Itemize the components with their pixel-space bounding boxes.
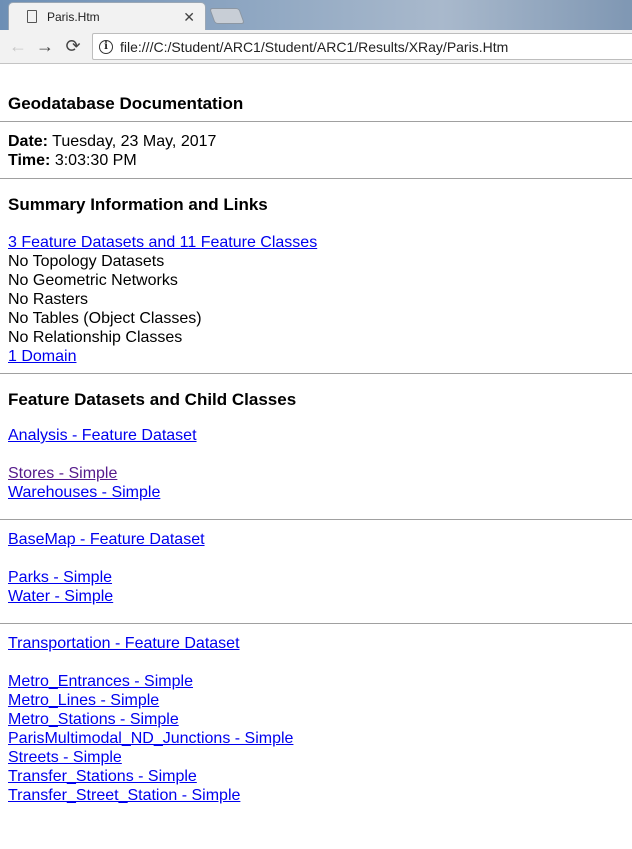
datasets-list: Analysis - Feature Dataset Stores - Simpl… xyxy=(0,426,632,805)
summary-item: No Rasters xyxy=(8,291,89,308)
date-label: Date: xyxy=(8,133,49,150)
feature-class-link[interactable]: Warehouses - Simple xyxy=(8,483,160,502)
feature-class-link[interactable]: Stores - Simple xyxy=(8,464,117,483)
feature-class-link[interactable]: Metro_Stations - Simple xyxy=(8,710,179,729)
address-bar[interactable]: i file:///C:/Student/ARC1/Student/ARC1/R… xyxy=(92,33,632,60)
summary-item: No Tables (Object Classes) xyxy=(8,310,202,327)
feature-class-link[interactable]: Parks - Simple xyxy=(8,568,112,587)
summary-heading: Summary Information and Links xyxy=(8,195,268,214)
reload-icon[interactable]: ⟳ xyxy=(63,36,83,57)
time-value: 3:03:30 PM xyxy=(50,152,137,169)
tab-title: Paris.Htm xyxy=(47,9,100,24)
summary-link[interactable]: 3 Feature Datasets and 11 Feature Classe… xyxy=(8,233,317,252)
dataset-link[interactable]: Transportation - Feature Dataset xyxy=(8,634,240,653)
feature-class-link[interactable]: Metro_Lines - Simple xyxy=(8,691,159,710)
datasets-heading: Feature Datasets and Child Classes xyxy=(8,390,297,409)
feature-class-link[interactable]: Metro_Entrances - Simple xyxy=(8,672,193,691)
feature-class-link[interactable]: Transfer_Street_Station - Simple xyxy=(8,786,240,805)
dataset-link[interactable]: BaseMap - Feature Dataset xyxy=(8,530,205,549)
dataset-section: Transportation - Feature Dataset Metro_En… xyxy=(0,623,632,805)
document-icon xyxy=(27,10,37,23)
close-tab-icon[interactable]: ✕ xyxy=(183,9,195,26)
new-tab-button[interactable] xyxy=(209,8,245,24)
url-text: file:///C:/Student/ARC1/Student/ARC1/Res… xyxy=(120,38,509,55)
dataset-section: BaseMap - Feature Dataset Parks - Simple W… xyxy=(0,519,632,623)
feature-class-link[interactable]: Streets - Simple xyxy=(8,748,122,767)
page-title: Geodatabase Documentation xyxy=(8,94,244,113)
browser-toolbar: ← → ⟳ i file:///C:/Student/ARC1/Student/… xyxy=(0,30,632,64)
feature-class-link[interactable]: ParisMultimodal_ND_Junctions - Simple xyxy=(8,729,293,748)
browser-title-bar: Paris.Htm ✕ xyxy=(0,0,632,30)
page-content: Geodatabase Documentation Date: Tuesday,… xyxy=(0,65,632,805)
date-value: Tuesday, 23 May, 2017 xyxy=(48,133,217,150)
summary-item: No Topology Datasets xyxy=(8,253,165,270)
info-icon[interactable]: i xyxy=(99,39,113,54)
feature-class-link[interactable]: Water - Simple xyxy=(8,587,113,606)
forward-icon[interactable]: → xyxy=(35,36,55,57)
summary-list: 3 Feature Datasets and 11 Feature Classe… xyxy=(8,233,632,366)
summary-link[interactable]: 1 Domain xyxy=(8,347,76,366)
summary-item: No Relationship Classes xyxy=(8,329,183,346)
time-label: Time: xyxy=(8,152,51,169)
summary-item: No Geometric Networks xyxy=(8,272,178,289)
dataset-link[interactable]: Analysis - Feature Dataset xyxy=(8,426,197,445)
dataset-section: Analysis - Feature Dataset Stores - Simpl… xyxy=(8,426,632,519)
feature-class-link[interactable]: Transfer_Stations - Simple xyxy=(8,767,197,786)
back-icon[interactable]: ← xyxy=(8,36,28,57)
browser-tab[interactable]: Paris.Htm ✕ xyxy=(8,2,206,30)
